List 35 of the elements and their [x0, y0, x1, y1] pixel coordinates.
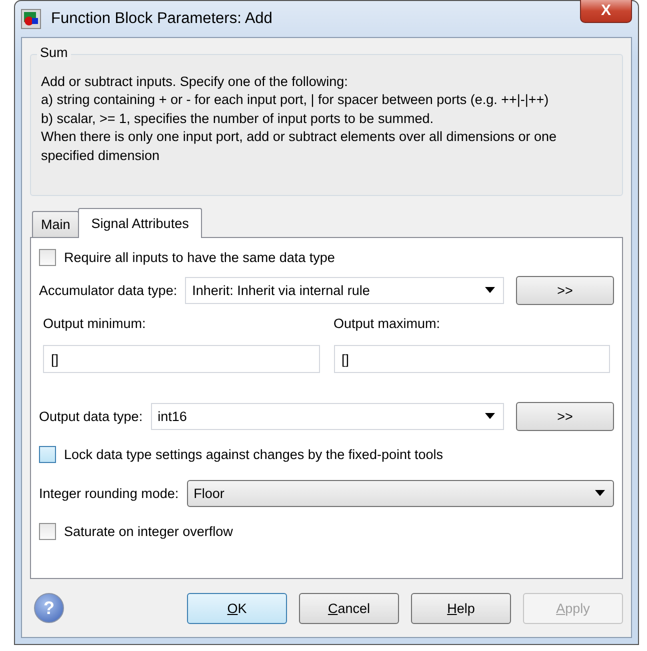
field-label: Output data type:: [39, 408, 143, 424]
field-label: Integer rounding mode:: [39, 486, 179, 500]
description-line: When there is only one input port, add or subtract elements over all dimensions or one: [41, 128, 558, 146]
more-button[interactable]: >>: [516, 402, 614, 430]
checkbox-label: Lock data type settings against changes by the fixed-point tools: [64, 447, 443, 462]
description-line: specified dimension: [41, 146, 161, 165]
checkbox[interactable]: [39, 248, 56, 266]
checkbox[interactable]: [39, 523, 56, 540]
tab[interactable]: Main: [32, 211, 80, 237]
field-label: Accumulator data type:: [39, 282, 178, 298]
caret-icon: [485, 413, 495, 419]
dropdown[interactable]: int16: [150, 402, 504, 430]
group-title: Sum: [37, 44, 71, 60]
field-label: Output maximum:: [334, 316, 442, 331]
dropdown[interactable]: Floor: [186, 480, 614, 506]
input-field[interactable]: []: [334, 345, 610, 373]
dialog-button[interactable]: Cancel: [299, 592, 399, 624]
description-line: b) scalar, >= 1, specifies the number of input ports to be summed.: [41, 110, 434, 128]
dropdown[interactable]: Inherit: Inherit via internal rule: [185, 276, 504, 304]
input-field[interactable]: []: [43, 345, 320, 373]
checkbox-label: Require all inputs to have the same data type: [64, 250, 335, 264]
description-line: a) string containing + or - for each input port, | for spacer between ports (e.g. ++|-|++): [41, 91, 550, 109]
field-label: Output minimum:: [43, 316, 147, 331]
block-icon: [21, 8, 41, 29]
checkbox-label: Saturate on integer overflow: [64, 524, 233, 539]
more-button[interactable]: >>: [516, 276, 614, 304]
description-line: Add or subtract inputs. Specify one of the following:: [41, 72, 349, 91]
dialog-button[interactable]: OK: [187, 592, 287, 624]
caret-icon: [595, 490, 605, 496]
caret-icon: [485, 287, 495, 293]
window-title: Function Block Parameters: Add: [51, 10, 274, 28]
checkbox[interactable]: [39, 446, 56, 463]
close-button[interactable]: X: [580, 0, 632, 23]
tab[interactable]: Signal Attributes: [78, 208, 202, 238]
dialog-button[interactable]: Help: [411, 592, 511, 624]
